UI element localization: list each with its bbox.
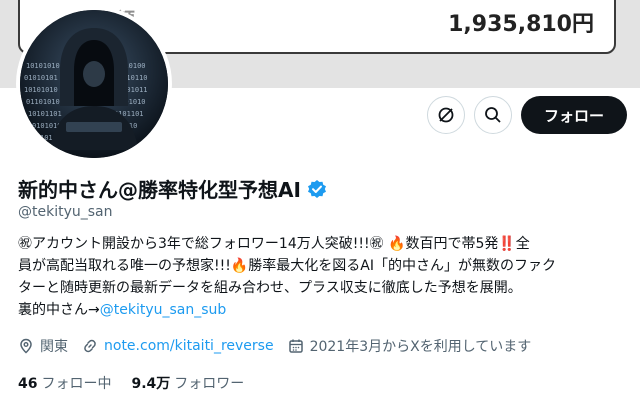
location-pin-icon: [20, 338, 32, 354]
following-label: フォロー中: [41, 376, 112, 392]
search-icon: [485, 107, 501, 123]
avatar[interactable]: 10101010 0110100 01010101 1010110 10101010…: [16, 6, 172, 162]
link-icon: [84, 339, 96, 353]
join-date: 2021年3月からXを利用しています: [288, 336, 532, 356]
handle: @tekityu_san: [18, 204, 113, 220]
bio-line: ターと随時更新の最新データを組み合わせ、プラス収支に徹底した予想を展開。: [18, 280, 522, 296]
search-button[interactable]: [474, 96, 512, 134]
join-date-text: 2021年3月からXを利用しています: [309, 339, 532, 355]
svg-text:10101010: 10101010: [24, 86, 58, 94]
bio: ㊗アカウント開設から3年で総フォロワー14万人突破!!!㊗ 🔥数百円で帯5発‼️…: [18, 233, 624, 321]
profile-meta: 関東 note.com/kitaiti_reverse 2021年3月からXを利…: [18, 336, 545, 356]
bio-line: 員が高配当取れる唯一の予想家!!!🔥勝率最大化を図るAI「的中さん」が無数のファ…: [18, 258, 556, 274]
follow-counts: 46 フォロー中 9.4万 フォロワー: [18, 373, 264, 393]
banner-amount: 1,935,810円: [448, 12, 594, 37]
website-link[interactable]: note.com/kitaiti_reverse: [104, 338, 274, 354]
followers-count[interactable]: 9.4万 フォロワー: [131, 373, 244, 393]
followers-number: 9.4万: [131, 376, 171, 392]
svg-text:01101010: 01101010: [26, 98, 60, 106]
grok-icon: [438, 107, 454, 123]
bio-line: ㊗アカウント開設から3年で総フォロワー14万人突破!!!㊗ 🔥数百円で帯5発‼️…: [18, 236, 530, 252]
bio-sub-prefix: 裏的中さん→: [18, 302, 100, 318]
grok-button[interactable]: [427, 96, 465, 134]
follow-button[interactable]: フォロー: [521, 96, 627, 134]
svg-text:01010101: 01010101: [24, 74, 58, 82]
following-count[interactable]: 46 フォロー中: [18, 373, 111, 393]
display-name-row: 新的中さん@勝率特化型予想AI: [18, 174, 327, 203]
verified-badge-icon[interactable]: [307, 179, 327, 199]
calendar-icon: [288, 339, 303, 353]
bio-line: 裏的中さん→@tekityu_san_sub: [18, 299, 624, 321]
location: 関東: [18, 336, 68, 356]
svg-text:10101010: 10101010: [26, 62, 60, 70]
sub-account-link[interactable]: @tekityu_san_sub: [100, 302, 227, 318]
svg-text:10101101: 10101101: [28, 110, 62, 118]
avatar-hooded-figure: 10101010 0110100 01010101 1010110 10101010…: [20, 10, 168, 158]
following-number: 46: [18, 376, 38, 392]
location-text: 関東: [40, 339, 68, 355]
display-name: 新的中さん@勝率特化型予想AI: [18, 178, 301, 202]
followers-label: フォロワー: [174, 376, 245, 392]
website[interactable]: note.com/kitaiti_reverse: [82, 338, 274, 354]
